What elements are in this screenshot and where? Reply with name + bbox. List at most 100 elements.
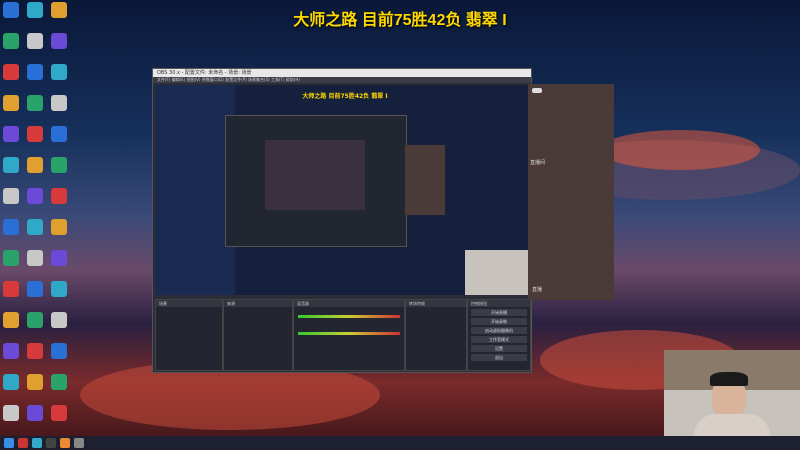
desktop-icon[interactable] [2,312,20,328]
nested-preview [265,140,365,210]
start-icon[interactable] [4,438,14,448]
desktop-icon[interactable] [26,219,44,235]
app-icon[interactable] [18,438,28,448]
nested-title: 大师之路 目前75胜42负 翡翠 I [302,93,388,100]
app-icon [3,343,19,359]
desktop-icon[interactable] [26,157,44,173]
nested-cam [465,250,529,295]
audio-meter [298,315,400,318]
app-icon [51,33,67,49]
desktop-icon[interactable] [26,188,44,204]
app-icon [51,2,67,18]
app-icon [3,126,19,142]
app-icon [3,33,19,49]
mixer-panel[interactable]: 混音器 [293,299,405,371]
desktop-icon[interactable] [2,2,20,18]
desktop-icon[interactable] [2,250,20,266]
chat-window[interactable]: 直播间 直播 [528,84,614,300]
desktop-icon[interactable] [2,33,20,49]
desktop-icon[interactable] [26,33,44,49]
preview-canvas: 大师之路 目前75胜42负 翡翠 I [155,85,529,295]
obs-icon[interactable] [46,438,56,448]
virtual-camera-button[interactable]: 启动虚拟摄像机 [471,327,527,334]
desktop-icon[interactable] [50,281,68,297]
desktop-icon[interactable] [50,188,68,204]
desktop-icon[interactable] [26,343,44,359]
controls-header: 控制按钮 [468,300,530,307]
desktop-icon[interactable] [50,374,68,390]
controls-panel[interactable]: 控制按钮 开始直播 开始录制 启动虚拟摄像机 工作室模式 设置 退出 [467,299,531,371]
stream-title: 大师之路 目前75胜42负 翡翠 I [293,12,507,29]
app-icon [27,64,43,80]
desktop-icon[interactable] [50,343,68,359]
desktop-icon[interactable] [2,219,20,235]
desktop-icon[interactable] [2,188,20,204]
app-icon [3,312,19,328]
app-icon[interactable] [74,438,84,448]
desktop-icon[interactable] [2,157,20,173]
app-icon [27,219,43,235]
chat-footer: 直播 [532,287,543,293]
menu-bar[interactable]: 文件(F) 编辑(E) 视图(V) 停靠窗口(D) 配置文件(P) 场景集合(S… [153,77,531,83]
app-icon [51,374,67,390]
nested-chat [405,145,445,215]
desktop-icon[interactable] [26,95,44,111]
settings-button[interactable]: 设置 [471,345,527,352]
app-icon [27,343,43,359]
app-icon [3,188,19,204]
app-icon [27,374,43,390]
audio-meter [298,332,400,335]
desktop-icon[interactable] [50,157,68,173]
mixer-header: 混音器 [294,300,404,307]
desktop-icon[interactable] [26,2,44,18]
app-icon [3,281,19,297]
desktop-icon[interactable] [50,95,68,111]
desktop-icon[interactable] [2,95,20,111]
desktop-icon[interactable] [2,343,20,359]
app-icon [3,250,19,266]
desktop-icon[interactable] [50,126,68,142]
scenes-panel[interactable]: 场景 [155,299,223,371]
desktop-icon[interactable] [26,250,44,266]
app-icon [3,157,19,173]
app-icon [51,405,67,421]
app-icon [51,95,67,111]
chat-label: 直播间 [530,160,546,166]
obs-window[interactable]: OBS 30.x - 配置文件: 未命名 - 场景: 场景 文件(F) 编辑(E… [152,68,532,373]
start-record-button[interactable]: 开始录制 [471,318,527,325]
start-stream-button[interactable]: 开始直播 [471,309,527,316]
desktop-icon[interactable] [26,312,44,328]
desktop-icon[interactable] [50,219,68,235]
desktop-icon[interactable] [2,64,20,80]
browser-icon[interactable] [32,438,42,448]
app-icon [3,64,19,80]
desktop-icon[interactable] [26,64,44,80]
exit-button[interactable]: 退出 [471,354,527,361]
app-icon[interactable] [60,438,70,448]
desktop-icon[interactable] [50,33,68,49]
desktop-icon[interactable] [26,405,44,421]
desktop-icon[interactable] [50,64,68,80]
transition-header: 转场特效 [406,300,466,307]
desktop-icon[interactable] [50,312,68,328]
app-icon [51,281,67,297]
transition-panel[interactable]: 转场特效 [405,299,467,371]
app-icon [27,312,43,328]
shirt [694,414,770,436]
desktop-icon[interactable] [50,405,68,421]
desktop-icon[interactable] [2,281,20,297]
desktop-icon[interactable] [50,250,68,266]
studio-mode-button[interactable]: 工作室模式 [471,336,527,343]
desktop-icon[interactable] [50,2,68,18]
desktop-icon[interactable] [2,405,20,421]
app-icon [27,405,43,421]
desktop-icon[interactable] [2,126,20,142]
desktop-icon[interactable] [26,281,44,297]
desktop-icon[interactable] [26,126,44,142]
sources-panel[interactable]: 来源 [223,299,293,371]
cloud [600,130,760,170]
app-icon [3,219,19,235]
desktop-icon[interactable] [2,374,20,390]
desktop-icon[interactable] [26,374,44,390]
app-icon [27,281,43,297]
